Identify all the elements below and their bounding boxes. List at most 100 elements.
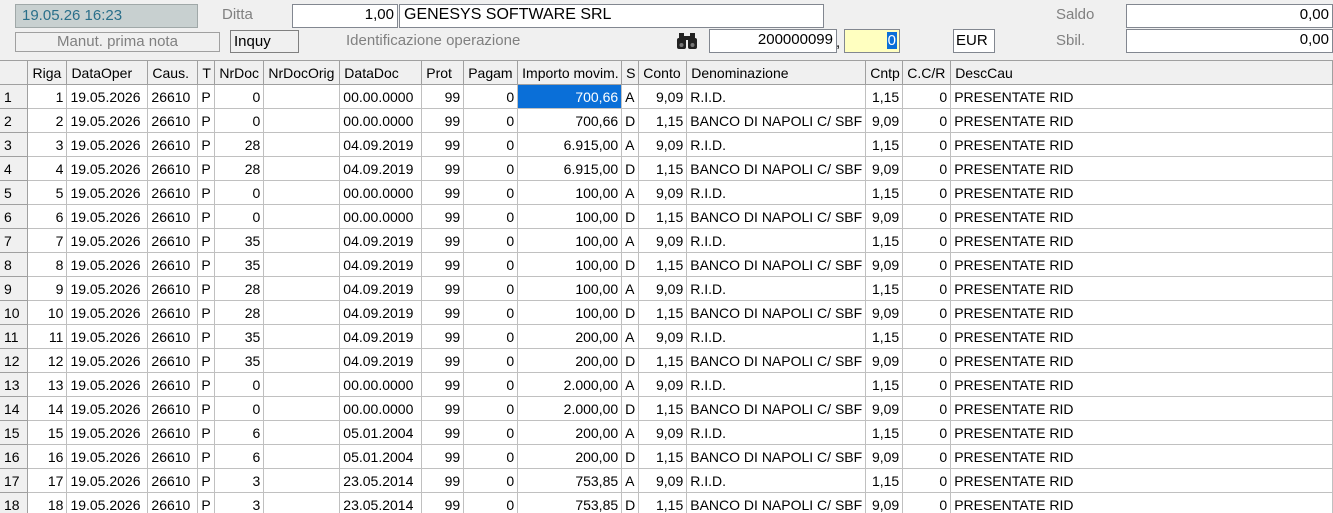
cell-cntp[interactable]: 9,09	[866, 301, 903, 325]
column-header-prot[interactable]: Prot	[422, 61, 464, 85]
cell-nrdocorig[interactable]	[264, 229, 340, 253]
cell-dataoper[interactable]: 19.05.2026	[67, 445, 148, 469]
cell-t[interactable]: P	[198, 469, 215, 493]
cell-s[interactable]: A	[622, 133, 639, 157]
cell-nrdoc[interactable]: 6	[215, 421, 264, 445]
row-number[interactable]: 4	[0, 157, 28, 181]
cell-riga[interactable]: 10	[28, 301, 67, 325]
cell-prot[interactable]: 99	[422, 133, 464, 157]
cell-conto[interactable]: 9,09	[639, 133, 687, 157]
cell-nrdoc[interactable]: 35	[215, 253, 264, 277]
cell-nrdocorig[interactable]	[264, 397, 340, 421]
cell-datadoc[interactable]: 05.01.2004	[340, 445, 422, 469]
cell-c-c-r[interactable]: 0	[903, 493, 951, 513]
cell-pagam[interactable]: 0	[464, 205, 518, 229]
cell-cntp[interactable]: 9,09	[866, 493, 903, 513]
cell-t[interactable]: P	[198, 85, 215, 109]
cell-caus-[interactable]: 26610	[148, 325, 198, 349]
cell-pagam[interactable]: 0	[464, 493, 518, 513]
cell-nrdocorig[interactable]	[264, 181, 340, 205]
cell-denominazione[interactable]: R.I.D.	[687, 373, 866, 397]
cell-riga[interactable]: 2	[28, 109, 67, 133]
cell-nrdocorig[interactable]	[264, 133, 340, 157]
cell-cntp[interactable]: 1,15	[866, 421, 903, 445]
cell-pagam[interactable]: 0	[464, 469, 518, 493]
cell-desccau[interactable]: PRESENTATE RID	[951, 229, 1333, 253]
cell-dataoper[interactable]: 19.05.2026	[67, 421, 148, 445]
cell-caus-[interactable]: 26610	[148, 493, 198, 513]
cell-t[interactable]: P	[198, 325, 215, 349]
cell-riga[interactable]: 6	[28, 205, 67, 229]
cell-c-c-r[interactable]: 0	[903, 325, 951, 349]
cell-t[interactable]: P	[198, 181, 215, 205]
table-row[interactable]: 101019.05.202626610P2804.09.2019990100,0…	[0, 301, 1333, 325]
cell-s[interactable]: D	[622, 301, 639, 325]
cell-pagam[interactable]: 0	[464, 253, 518, 277]
cell-conto[interactable]: 1,15	[639, 205, 687, 229]
cell-datadoc[interactable]: 04.09.2019	[340, 349, 422, 373]
table-row[interactable]: 6619.05.202626610P000.00.0000990100,00D1…	[0, 205, 1333, 229]
cell-s[interactable]: A	[622, 277, 639, 301]
cell-datadoc[interactable]: 00.00.0000	[340, 85, 422, 109]
cell-pagam[interactable]: 0	[464, 445, 518, 469]
row-number[interactable]: 6	[0, 205, 28, 229]
column-header-datadoc[interactable]: DataDoc	[340, 61, 422, 85]
cell-caus-[interactable]: 26610	[148, 277, 198, 301]
cell-prot[interactable]: 99	[422, 325, 464, 349]
cell-prot[interactable]: 99	[422, 301, 464, 325]
cell-conto[interactable]: 9,09	[639, 181, 687, 205]
cell-conto[interactable]: 9,09	[639, 85, 687, 109]
cell-pagam[interactable]: 0	[464, 157, 518, 181]
cell-riga[interactable]: 9	[28, 277, 67, 301]
cell-caus-[interactable]: 26610	[148, 85, 198, 109]
cell-t[interactable]: P	[198, 277, 215, 301]
cell-denominazione[interactable]: BANCO DI NAPOLI C/ SBF	[687, 397, 866, 421]
cell-t[interactable]: P	[198, 301, 215, 325]
cell-dataoper[interactable]: 19.05.2026	[67, 277, 148, 301]
cell-s[interactable]: A	[622, 469, 639, 493]
cell-caus-[interactable]: 26610	[148, 349, 198, 373]
cell-desccau[interactable]: PRESENTATE RID	[951, 205, 1333, 229]
cell-c-c-r[interactable]: 0	[903, 181, 951, 205]
row-number[interactable]: 9	[0, 277, 28, 301]
cell-conto[interactable]: 9,09	[639, 373, 687, 397]
cell-dataoper[interactable]: 19.05.2026	[67, 181, 148, 205]
row-number[interactable]: 12	[0, 349, 28, 373]
cell-caus-[interactable]: 26610	[148, 421, 198, 445]
cell-c-c-r[interactable]: 0	[903, 301, 951, 325]
cell-s[interactable]: A	[622, 181, 639, 205]
binoculars-icon[interactable]	[676, 32, 698, 50]
cell-nrdoc[interactable]: 0	[215, 373, 264, 397]
cell-nrdocorig[interactable]	[264, 325, 340, 349]
table-row[interactable]: 171719.05.202626610P323.05.2014990753,85…	[0, 469, 1333, 493]
cell-t[interactable]: P	[198, 421, 215, 445]
row-number[interactable]: 13	[0, 373, 28, 397]
cell-pagam[interactable]: 0	[464, 133, 518, 157]
cell-conto[interactable]: 1,15	[639, 253, 687, 277]
cell-prot[interactable]: 99	[422, 397, 464, 421]
cell-dataoper[interactable]: 19.05.2026	[67, 133, 148, 157]
cell-caus-[interactable]: 26610	[148, 205, 198, 229]
cell-prot[interactable]: 99	[422, 277, 464, 301]
cell-dataoper[interactable]: 19.05.2026	[67, 109, 148, 133]
cell-dataoper[interactable]: 19.05.2026	[67, 325, 148, 349]
table-row[interactable]: 141419.05.202626610P000.00.00009902.000,…	[0, 397, 1333, 421]
cell-dataoper[interactable]: 19.05.2026	[67, 85, 148, 109]
cell-datadoc[interactable]: 00.00.0000	[340, 205, 422, 229]
cell-conto[interactable]: 1,15	[639, 157, 687, 181]
cell-pagam[interactable]: 0	[464, 349, 518, 373]
cell-cntp[interactable]: 1,15	[866, 277, 903, 301]
cell-dataoper[interactable]: 19.05.2026	[67, 157, 148, 181]
cell-s[interactable]: A	[622, 85, 639, 109]
cell-riga[interactable]: 14	[28, 397, 67, 421]
cell-nrdoc[interactable]: 6	[215, 445, 264, 469]
cell-nrdocorig[interactable]	[264, 157, 340, 181]
column-header-pagam[interactable]: Pagam	[464, 61, 518, 85]
cell-denominazione[interactable]: R.I.D.	[687, 421, 866, 445]
column-header-cntp[interactable]: Cntp	[866, 61, 903, 85]
cell-conto[interactable]: 1,15	[639, 109, 687, 133]
cell-denominazione[interactable]: BANCO DI NAPOLI C/ SBF	[687, 349, 866, 373]
cell-desccau[interactable]: PRESENTATE RID	[951, 325, 1333, 349]
cell-t[interactable]: P	[198, 373, 215, 397]
cell-desccau[interactable]: PRESENTATE RID	[951, 493, 1333, 513]
